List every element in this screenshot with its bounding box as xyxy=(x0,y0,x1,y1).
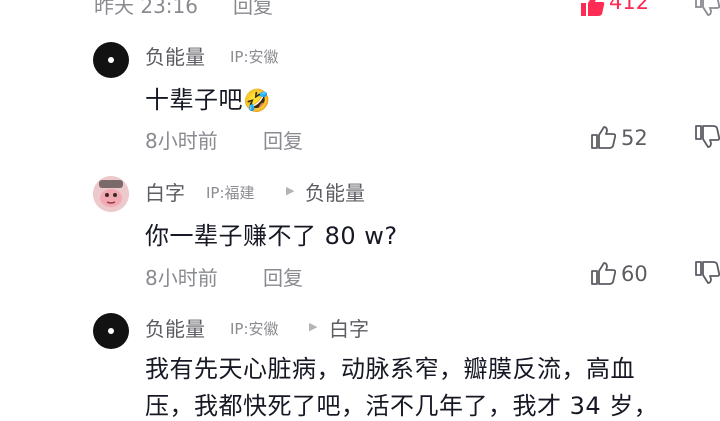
reply-arrow-icon: ▶ xyxy=(309,320,318,333)
reply-arrow-icon: ▶ xyxy=(286,184,295,197)
ip-location: IP:安徽 xyxy=(230,320,279,338)
comment-author[interactable]: 负能量 xyxy=(145,313,205,342)
like-count: 412 xyxy=(609,0,650,14)
thumbs-up-icon[interactable] xyxy=(590,125,616,149)
comment-text-content: 十辈子吧 xyxy=(145,86,243,114)
reply-to-author[interactable]: 负能量 xyxy=(305,177,365,206)
thumbs-down-icon[interactable] xyxy=(694,261,720,285)
ip-location: IP:福建 xyxy=(206,184,255,202)
comment-time: 8小时前 xyxy=(145,129,218,153)
reply-button[interactable]: 回复 xyxy=(263,125,303,154)
comment-time: 8小时前 xyxy=(145,266,218,290)
laughing-emoji-icon: 🤣 xyxy=(243,89,271,114)
ip-location: IP:安徽 xyxy=(230,48,279,66)
comment-author[interactable]: 负能量 xyxy=(145,41,205,70)
reply-button[interactable]: 回复 xyxy=(263,262,303,291)
like-filled-icon[interactable] xyxy=(579,0,605,16)
like-count: 60 xyxy=(621,262,648,286)
pink-cartoon-avatar-icon xyxy=(93,176,129,212)
thumbs-up-icon[interactable] xyxy=(590,261,616,285)
comment-text-line: 我有先天心脏病，动脉系窄，瓣膜反流，高血 xyxy=(145,355,635,383)
reply-to-author[interactable]: 白字 xyxy=(329,313,369,342)
comment-text-line: 压，我都快死了吧，活不几年了，我才 34 岁， xyxy=(145,392,659,420)
like-count: 52 xyxy=(621,126,648,150)
comment-time: 昨天 23:16 xyxy=(94,0,198,18)
comment-author[interactable]: 白字 xyxy=(145,177,185,206)
avatar[interactable] xyxy=(93,176,129,212)
avatar[interactable] xyxy=(93,313,129,349)
avatar[interactable] xyxy=(93,42,129,78)
comment-text: 你一辈子赚不了 80 w? xyxy=(145,222,398,250)
thumbs-down-icon[interactable] xyxy=(694,125,720,149)
comment-text: 十辈子吧🤣 xyxy=(145,80,271,115)
dislike-icon[interactable] xyxy=(694,0,720,16)
reply-button[interactable]: 回复 xyxy=(233,0,273,19)
